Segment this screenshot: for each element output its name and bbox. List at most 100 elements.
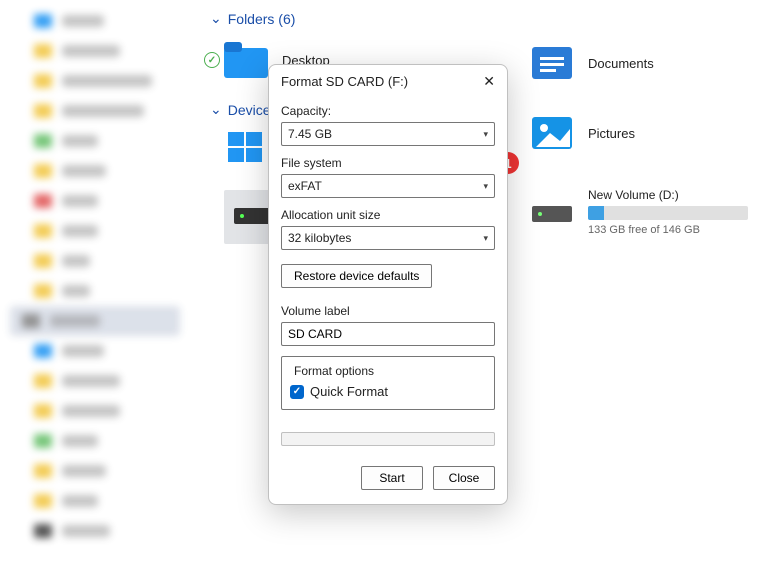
allocation-value: 32 kilobytes	[288, 231, 351, 245]
allocation-label: Allocation unit size	[281, 208, 495, 222]
sidebar-item[interactable]	[10, 426, 180, 456]
sidebar-item[interactable]	[10, 186, 180, 216]
capacity-label: Capacity:	[281, 104, 495, 118]
sidebar-label	[62, 195, 98, 207]
sidebar-label	[62, 435, 98, 447]
sidebar-item[interactable]	[10, 516, 180, 546]
sidebar-item[interactable]	[10, 486, 180, 516]
folder-icon	[224, 42, 268, 78]
sidebar-label	[62, 15, 104, 27]
sidebar-label	[62, 285, 90, 297]
start-button[interactable]: Start	[361, 466, 423, 490]
format-options-legend: Format options	[290, 364, 378, 378]
sidebar-icon	[34, 374, 52, 388]
capacity-select[interactable]: 7.45 GB ▾	[281, 122, 495, 146]
chevron-down-icon: ▾	[483, 181, 488, 192]
chevron-down-icon: ⌄	[210, 101, 222, 118]
format-dialog: Format SD CARD (F:) ✕ Capacity: 7.45 GB …	[268, 64, 508, 505]
folders-header[interactable]: ⌄ Folders (6)	[210, 10, 761, 27]
windows-drive-icon	[224, 128, 268, 166]
sidebar-icon	[34, 44, 52, 58]
sidebar-icon	[34, 524, 52, 538]
dialog-title: Format SD CARD (F:)	[281, 74, 408, 89]
sidebar-icon	[34, 194, 52, 208]
sidebar-icon	[34, 224, 52, 238]
sidebar-label	[62, 495, 98, 507]
sidebar-item[interactable]	[10, 456, 180, 486]
close-icon[interactable]: ✕	[483, 73, 495, 90]
hard-drive-icon	[530, 192, 574, 230]
drive-free-text: 133 GB free of 146 GB	[588, 224, 748, 236]
chevron-down-icon: ▾	[483, 129, 488, 140]
quick-format-label: Quick Format	[310, 384, 388, 399]
sidebar-label	[62, 255, 90, 267]
sidebar-icon	[34, 104, 52, 118]
sidebar-label	[62, 135, 98, 147]
sidebar-icon	[34, 344, 52, 358]
sidebar-label	[62, 525, 110, 537]
sidebar-item[interactable]	[10, 156, 180, 186]
sidebar-icon	[34, 254, 52, 268]
sidebar-icon	[34, 434, 52, 448]
sidebar-label	[62, 375, 120, 387]
sidebar-item[interactable]	[10, 306, 180, 336]
folder-pictures[interactable]: Pictures	[530, 110, 760, 156]
sidebar-label	[50, 315, 100, 327]
sidebar-icon	[34, 464, 52, 478]
sidebar-icon	[34, 164, 52, 178]
sidebar-item[interactable]	[10, 6, 180, 36]
sidebar-item[interactable]	[10, 336, 180, 366]
volume-label-label: Volume label	[281, 304, 495, 318]
sidebar-item[interactable]	[10, 366, 180, 396]
folder-label: Documents	[588, 56, 654, 71]
sidebar-label	[62, 165, 106, 177]
folder-label: Pictures	[588, 126, 635, 141]
sidebar-item[interactable]	[10, 396, 180, 426]
quick-format-row[interactable]: ✓ Quick Format	[290, 384, 486, 399]
filesystem-value: exFAT	[288, 179, 322, 193]
sidebar-icon	[22, 314, 40, 328]
allocation-select[interactable]: 32 kilobytes ▾	[281, 226, 495, 250]
sidebar-icon	[34, 14, 52, 28]
sidebar-label	[62, 405, 120, 417]
filesystem-select[interactable]: exFAT ▾	[281, 174, 495, 198]
sidebar-label	[62, 45, 120, 57]
sidebar-label	[62, 225, 98, 237]
sidebar-item[interactable]	[10, 36, 180, 66]
sidebar-icon	[34, 134, 52, 148]
folder-documents[interactable]: Documents	[530, 40, 760, 86]
sidebar-icon	[34, 284, 52, 298]
folders-header-label: Folders (6)	[228, 11, 296, 27]
drive-label: New Volume (D:)	[588, 188, 748, 202]
sidebar-label	[62, 345, 104, 357]
right-column: Documents Pictures New Volume (D:) 133 G…	[530, 40, 760, 236]
sidebar-item[interactable]	[10, 246, 180, 276]
restore-defaults-button[interactable]: Restore device defaults	[281, 264, 432, 288]
filesystem-label: File system	[281, 156, 495, 170]
documents-icon	[530, 45, 574, 81]
sidebar-icon	[34, 74, 52, 88]
sidebar-item[interactable]	[10, 96, 180, 126]
chevron-down-icon: ▾	[483, 233, 488, 244]
close-button[interactable]: Close	[433, 466, 495, 490]
explorer-sidebar	[0, 0, 190, 579]
chevron-down-icon: ⌄	[210, 10, 222, 27]
sync-check-icon: ✓	[204, 52, 220, 68]
pictures-icon	[530, 115, 574, 151]
sidebar-item[interactable]	[10, 216, 180, 246]
format-progress-bar	[281, 432, 495, 446]
drive-new-volume[interactable]: New Volume (D:) 133 GB free of 146 GB	[530, 188, 765, 236]
sidebar-label	[62, 105, 144, 117]
sidebar-item[interactable]	[10, 126, 180, 156]
sidebar-icon	[34, 494, 52, 508]
volume-label-input[interactable]	[281, 322, 495, 346]
capacity-value: 7.45 GB	[288, 127, 332, 141]
sidebar-label	[62, 75, 152, 87]
quick-format-checkbox[interactable]: ✓	[290, 385, 304, 399]
format-options-group: Format options ✓ Quick Format	[281, 356, 495, 410]
sidebar-icon	[34, 404, 52, 418]
drive-usage-bar	[588, 206, 748, 220]
sidebar-item[interactable]	[10, 276, 180, 306]
sidebar-item[interactable]	[10, 66, 180, 96]
sidebar-label	[62, 465, 106, 477]
